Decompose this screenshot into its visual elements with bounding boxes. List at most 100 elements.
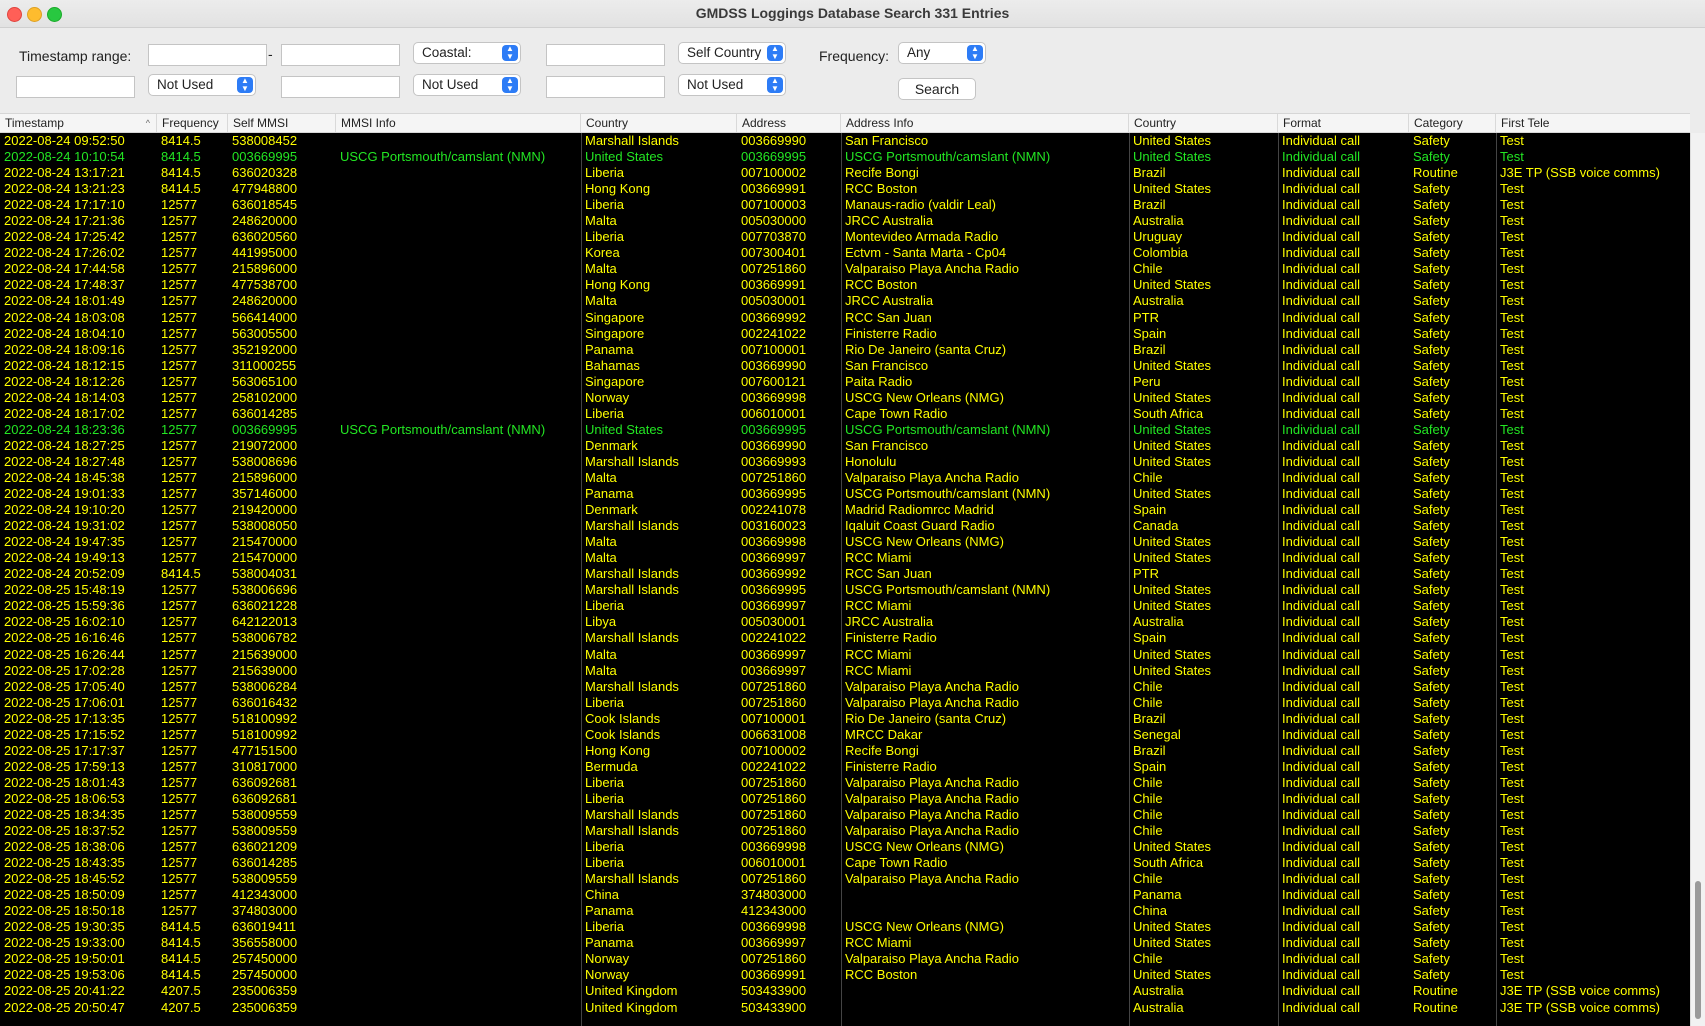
scrollbar-thumb[interactable]: [1695, 881, 1701, 1019]
table-row[interactable]: 2022-08-24 18:03:08 12577 566414000 Singapo…: [0, 310, 1690, 326]
table-row[interactable]: 2022-08-25 19:30:35 8414.5 636019411 Liberi…: [0, 919, 1690, 935]
cell-frequency: 12577: [161, 694, 198, 710]
table-row[interactable]: 2022-08-25 18:43:35 12577 636014285 Liberia…: [0, 855, 1690, 871]
table-row[interactable]: 2022-08-25 19:33:00 8414.5 356558000 Panama…: [0, 935, 1690, 951]
table-row[interactable]: 2022-08-24 13:17:21 8414.5 636020328 Liberi…: [0, 165, 1690, 181]
not-used-select-3[interactable]: Not Used ▲ ▼: [678, 74, 786, 96]
table-row[interactable]: 2022-08-25 18:37:52 12577 538009559 Marshal…: [0, 823, 1690, 839]
table-row[interactable]: 2022-08-25 15:59:36 12577 636021228 Liberia…: [0, 598, 1690, 614]
coastal-input[interactable]: [546, 44, 665, 66]
table-row[interactable]: 2022-08-24 17:17:10 12577 636018545 Liberia…: [0, 197, 1690, 213]
table-row[interactable]: 2022-08-25 18:45:52 12577 538009559 Marshal…: [0, 871, 1690, 887]
cell-format: Individual call: [1282, 550, 1361, 566]
table-row[interactable]: 2022-08-25 18:01:43 12577 636092681 Liberia…: [0, 775, 1690, 791]
filter-input-2[interactable]: [281, 76, 400, 98]
table-row[interactable]: 2022-08-25 20:41:22 4207.5 235006359 United…: [0, 983, 1690, 999]
table-row[interactable]: 2022-08-24 19:10:20 12577 219420000 Denmark…: [0, 502, 1690, 518]
table-row[interactable]: 2022-08-24 18:27:48 12577 538008696 Marshal…: [0, 454, 1690, 470]
table-row[interactable]: 2022-08-25 17:17:37 12577 477151500 Hong Ko…: [0, 743, 1690, 759]
table-row[interactable]: 2022-08-24 18:09:16 12577 352192000 Panama 0…: [0, 342, 1690, 358]
table-row[interactable]: 2022-08-24 13:21:23 8414.5 477948800 Hong K…: [0, 181, 1690, 197]
table-row[interactable]: 2022-08-24 10:10:54 8414.5 003669995 USCG P…: [0, 149, 1690, 165]
self-country-select[interactable]: Self Country ▲ ▼: [678, 42, 786, 64]
table-row[interactable]: 2022-08-24 19:01:33 12577 357146000 Panama 0…: [0, 486, 1690, 502]
cell-country: Marshall Islands: [585, 453, 679, 469]
table-row[interactable]: 2022-08-24 18:14:03 12577 258102000 Norway 0…: [0, 390, 1690, 406]
table-row[interactable]: 2022-08-25 17:02:28 12577 215639000 Malta 00…: [0, 663, 1690, 679]
table-row[interactable]: 2022-08-25 19:53:06 8414.5 257450000 Norway…: [0, 967, 1690, 983]
table-row[interactable]: 2022-08-25 16:26:44 12577 215639000 Malta 00…: [0, 647, 1690, 663]
table-row[interactable]: 2022-08-25 18:06:53 12577 636092681 Liberia…: [0, 791, 1690, 807]
not-used-select-2[interactable]: Not Used ▲ ▼: [413, 74, 521, 96]
cell-address-country: PTR: [1133, 309, 1159, 325]
table-row[interactable]: 2022-08-24 17:48:37 12577 477538700 Hong Ko…: [0, 277, 1690, 293]
cell-frequency: 12577: [161, 839, 198, 855]
column-header-address-info[interactable]: Address Info: [841, 114, 1129, 132]
table-row[interactable]: 2022-08-24 17:21:36 12577 248620000 Malta 00…: [0, 213, 1690, 229]
column-header-country[interactable]: Country: [581, 114, 737, 132]
table-row[interactable]: 2022-08-25 19:50:01 8414.5 257450000 Norway…: [0, 951, 1690, 967]
timestamp-start-input[interactable]: [148, 44, 267, 66]
cell-address-country: United States: [1133, 839, 1212, 855]
self-mmsi-input[interactable]: [16, 76, 135, 98]
column-header-address[interactable]: Address: [737, 114, 841, 132]
table-row[interactable]: 2022-08-25 16:16:46 12577 538006782 Marshal…: [0, 630, 1690, 646]
table-row[interactable]: 2022-08-24 17:25:42 12577 636020560 Liberia…: [0, 229, 1690, 245]
column-header-frequency[interactable]: Frequency: [157, 114, 228, 132]
cell-category: Safety: [1413, 502, 1450, 518]
cell-frequency: 12577: [161, 421, 198, 437]
frequency-select[interactable]: Any ▲ ▼: [898, 42, 986, 64]
table-row[interactable]: 2022-08-24 09:52:50 8414.5 538008452 Marsha…: [0, 133, 1690, 149]
cell-category: Safety: [1413, 662, 1450, 678]
cell-timestamp: 2022-08-25 18:37:52: [4, 823, 125, 839]
table-row[interactable]: 2022-08-24 17:44:58 12577 215896000 Malta 00…: [0, 261, 1690, 277]
table-row[interactable]: 2022-08-25 17:06:01 12577 636016432 Liberia…: [0, 695, 1690, 711]
table-row[interactable]: 2022-08-25 17:13:35 12577 518100992 Cook Is…: [0, 711, 1690, 727]
table-row[interactable]: 2022-08-24 18:04:10 12577 563005500 Singapo…: [0, 326, 1690, 342]
table-row[interactable]: 2022-08-24 18:23:36 12577 003669995 USCG Po…: [0, 422, 1690, 438]
table-row[interactable]: 2022-08-24 20:52:09 8414.5 538004031 Marsha…: [0, 566, 1690, 582]
table-row[interactable]: 2022-08-25 16:02:10 12577 642122013 Libya 00…: [0, 614, 1690, 630]
table-row[interactable]: 2022-08-24 19:49:13 12577 215470000 Malta 00…: [0, 550, 1690, 566]
not-used-select-1[interactable]: Not Used ▲ ▼: [148, 74, 256, 96]
table-row[interactable]: 2022-08-24 18:17:02 12577 636014285 Liberia…: [0, 406, 1690, 422]
cell-first-tele: Test: [1500, 229, 1524, 245]
table-row[interactable]: 2022-08-25 17:59:13 12577 310817000 Bermuda…: [0, 759, 1690, 775]
cell-address: 003669997: [741, 598, 807, 614]
table-row[interactable]: 2022-08-25 20:50:47 4207.5 235006359 United…: [0, 1000, 1690, 1016]
cell-country: Liberia: [585, 229, 625, 245]
timestamp-end-input[interactable]: [281, 44, 400, 66]
column-header-mmsi-info[interactable]: MMSI Info: [336, 114, 581, 132]
table-row[interactable]: 2022-08-25 17:15:52 12577 518100992 Cook Is…: [0, 727, 1690, 743]
table-row[interactable]: 2022-08-24 18:12:15 12577 311000255 Bahamas…: [0, 358, 1690, 374]
table-row[interactable]: 2022-08-25 15:48:19 12577 538006696 Marshal…: [0, 582, 1690, 598]
table-row[interactable]: 2022-08-24 18:01:49 12577 248620000 Malta 00…: [0, 293, 1690, 309]
column-header-address-country[interactable]: Country: [1129, 114, 1278, 132]
column-header-first-tele[interactable]: First Tele: [1496, 114, 1690, 132]
table-row[interactable]: 2022-08-25 18:50:18 12577 374803000 Panama 4…: [0, 903, 1690, 919]
filter-input-3[interactable]: [546, 76, 665, 98]
table-row[interactable]: 2022-08-25 18:34:35 12577 538009559 Marshal…: [0, 807, 1690, 823]
vertical-scrollbar[interactable]: [1690, 133, 1705, 1026]
cell-country: United Kingdom: [585, 999, 678, 1015]
cell-first-tele: Test: [1500, 550, 1524, 566]
table-row[interactable]: 2022-08-25 17:05:40 12577 538006284 Marshal…: [0, 679, 1690, 695]
column-header-category[interactable]: Category: [1409, 114, 1496, 132]
table-row[interactable]: 2022-08-25 18:50:09 12577 412343000 China 37…: [0, 887, 1690, 903]
column-header-format[interactable]: Format: [1278, 114, 1409, 132]
table-row[interactable]: 2022-08-24 18:45:38 12577 215896000 Malta 00…: [0, 470, 1690, 486]
table-row[interactable]: 2022-08-25 18:38:06 12577 636021209 Liberia…: [0, 839, 1690, 855]
column-header-timestamp[interactable]: Timestamp ^: [0, 114, 157, 132]
coastal-select[interactable]: Coastal: ▲ ▼: [413, 42, 521, 64]
table-row[interactable]: 2022-08-24 19:47:35 12577 215470000 Malta 00…: [0, 534, 1690, 550]
table-row[interactable]: 2022-08-24 18:27:25 12577 219072000 Denmark…: [0, 438, 1690, 454]
cell-address-country: United States: [1133, 967, 1212, 983]
table-row[interactable]: 2022-08-24 17:26:02 12577 441995000 Korea 00…: [0, 245, 1690, 261]
search-button[interactable]: Search: [898, 78, 976, 100]
cell-first-tele: J3E TP (SSB voice comms): [1500, 165, 1660, 181]
not-used-select-2-value: Not Used: [422, 77, 479, 92]
table-row[interactable]: 2022-08-24 18:12:26 12577 563065100 Singapo…: [0, 374, 1690, 390]
column-header-self-mmsi[interactable]: Self MMSI: [228, 114, 336, 132]
chevron-updown-icon: ▲ ▼: [767, 77, 783, 93]
table-row[interactable]: 2022-08-24 19:31:02 12577 538008050 Marshal…: [0, 518, 1690, 534]
